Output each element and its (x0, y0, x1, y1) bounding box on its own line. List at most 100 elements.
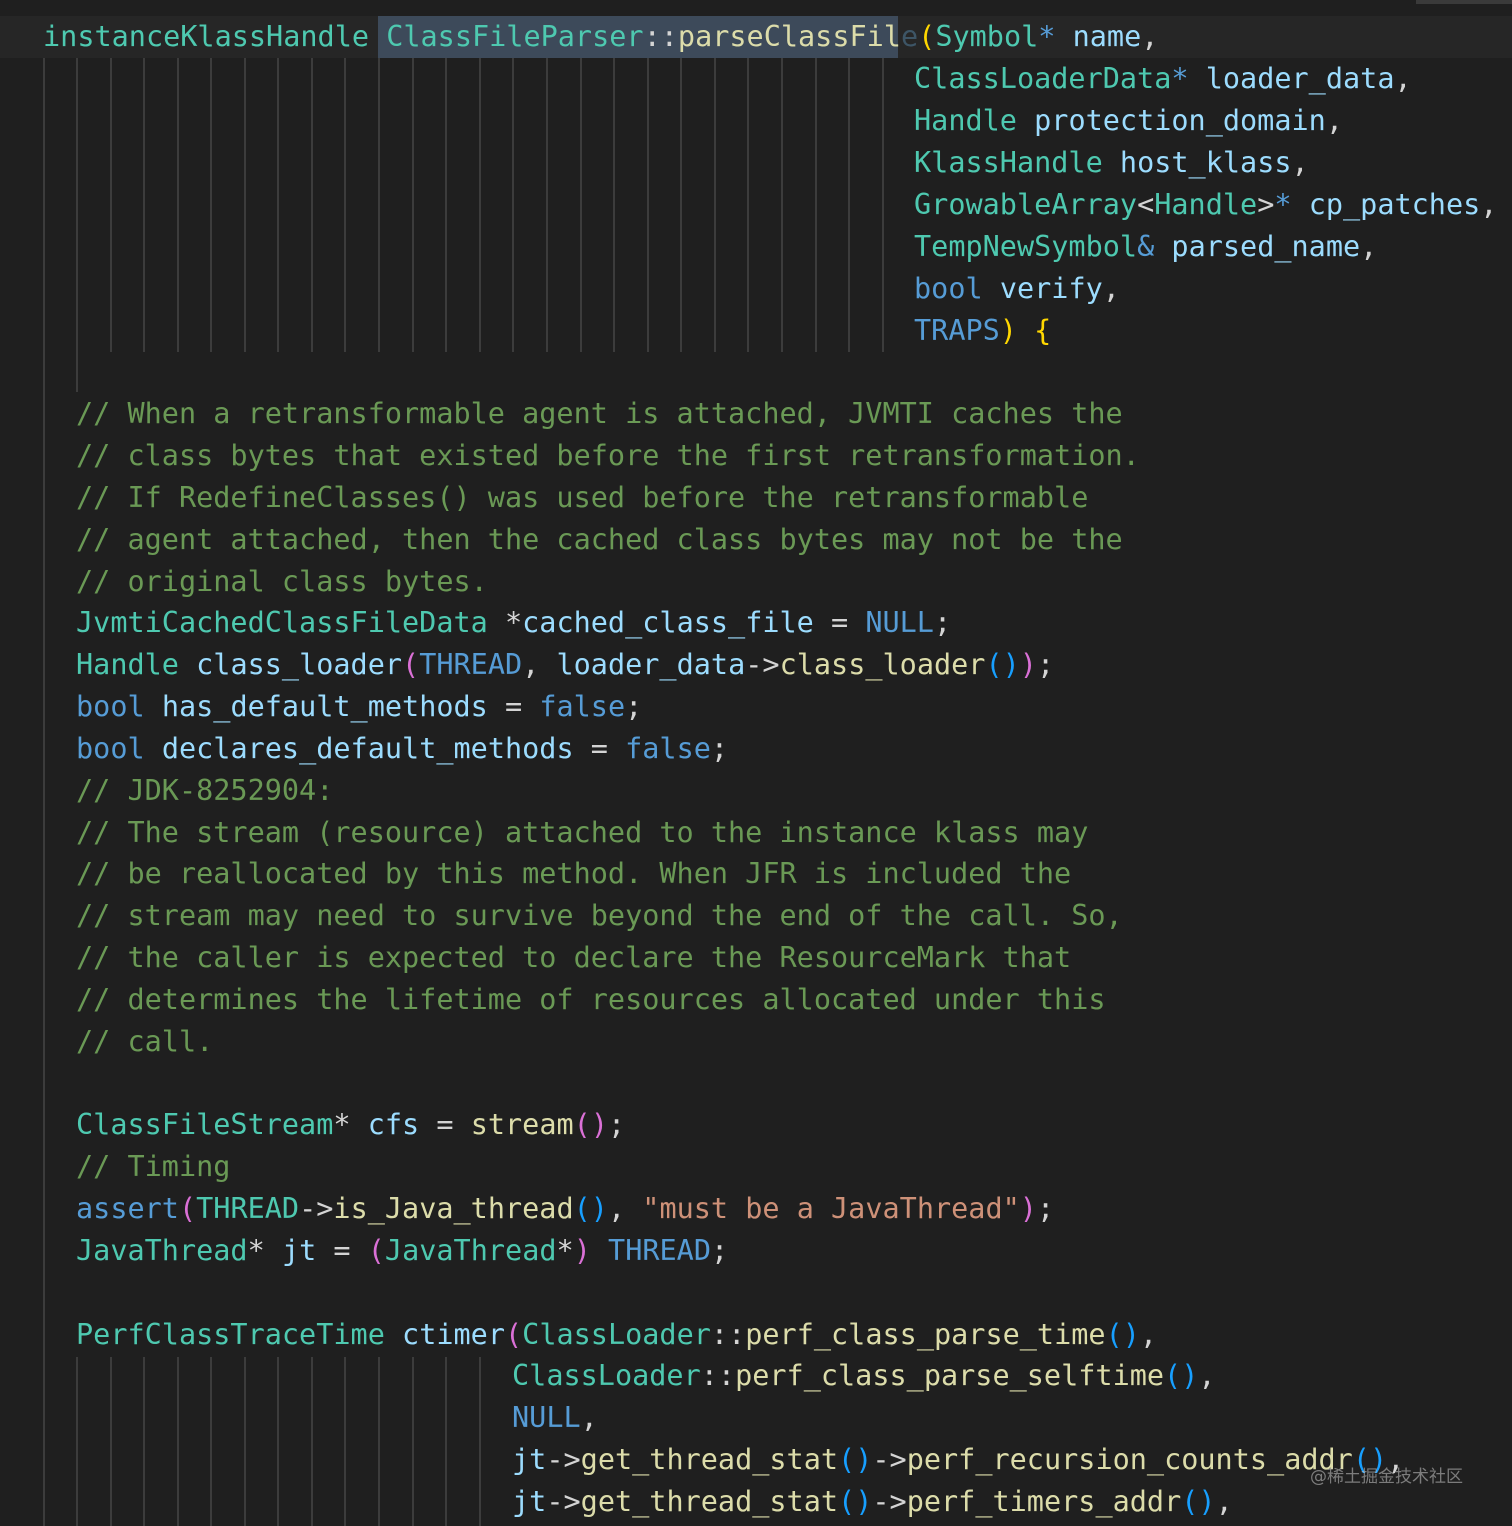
code-line[interactable]: jt->get_thread_stat()->perf_timers_addr(… (0, 1481, 1233, 1523)
comment-line[interactable]: // class bytes that existed before the f… (0, 435, 1140, 477)
code-line[interactable]: NULL, (0, 1397, 598, 1439)
pointer-star: * (1171, 62, 1189, 95)
variable-name: jt (281, 1234, 317, 1267)
param-type: TempNewSymbol (914, 230, 1138, 263)
code-line[interactable]: PerfClassTraceTime ctimer(ClassLoader::p… (0, 1314, 1157, 1356)
variable-name: loader_data (556, 648, 746, 681)
comma: , (1102, 272, 1120, 305)
assign: = (573, 732, 626, 765)
code-editor[interactable]: instanceKlassHandle ClassFileParser::par… (0, 0, 1512, 1526)
param-name: parsed_name (1171, 230, 1361, 263)
param-name: cp_patches (1308, 188, 1481, 221)
call-parens: () (985, 648, 1020, 681)
angle-open: < (1137, 188, 1155, 221)
reference-amp: & (1137, 230, 1155, 263)
macro: THREAD (196, 1192, 300, 1225)
comment-line[interactable]: // original class bytes. (0, 561, 488, 603)
bool-literal: false (539, 690, 626, 723)
code-line[interactable]: JvmtiCachedClassFileData *cached_class_f… (0, 602, 951, 644)
comment-line[interactable]: // When a retransformable agent is attac… (0, 393, 1123, 435)
param-type: KlassHandle (914, 146, 1103, 179)
comment-line[interactable]: // If RedefineClasses() was used before … (0, 477, 1088, 519)
comma: , (522, 648, 557, 681)
comment-line[interactable]: // The stream (resource) attached to the… (0, 812, 1088, 854)
return-type: instanceKlassHandle (43, 20, 370, 53)
arrow-operator: -> (745, 648, 780, 681)
close-paren: ) (999, 314, 1017, 347)
pointer-star: * (1274, 188, 1292, 221)
type-name: Handle (76, 648, 179, 681)
function-call: perf_class_parse_selftime (735, 1359, 1165, 1392)
call-parens: () (838, 1443, 873, 1476)
call-parens: () (573, 1108, 608, 1141)
param-name: protection_domain (1034, 104, 1326, 137)
cast-type: JavaThread (384, 1234, 557, 1267)
variable-name: jt (512, 1443, 547, 1476)
scope-operator: :: (710, 1318, 746, 1351)
class-name: ClassLoader (522, 1318, 711, 1351)
pointer-star: * (247, 1234, 265, 1267)
comment-line[interactable]: // stream may need to survive beyond the… (0, 895, 1123, 937)
code-line[interactable]: bool has_default_methods = false; (0, 686, 642, 728)
variable-name: class_loader (196, 648, 403, 681)
code-line[interactable]: instanceKlassHandle ClassFileParser::par… (0, 16, 1158, 58)
type-name: ClassFileStream (76, 1108, 334, 1141)
function-call: perf_class_parse_time (745, 1318, 1106, 1351)
comment-line[interactable]: // the caller is expected to declare the… (0, 937, 1071, 979)
code-line[interactable]: JavaThread* jt = (JavaThread*) THREAD; (0, 1230, 728, 1272)
comment-line[interactable]: // agent attached, then the cached class… (0, 519, 1123, 561)
assign: = (487, 690, 540, 723)
code-line[interactable]: TRAPS) { (0, 310, 1051, 352)
comma: , (580, 1401, 598, 1434)
code-line[interactable]: bool verify, (0, 268, 1120, 310)
semicolon: ; (1036, 1192, 1055, 1225)
type-name: JavaThread (76, 1234, 248, 1267)
comment-line[interactable]: // call. (0, 1021, 213, 1063)
comma: , (1198, 1359, 1216, 1392)
close-paren: ) (1019, 648, 1037, 681)
open-paren: ( (402, 648, 420, 681)
close-paren: ) (1019, 1192, 1037, 1225)
code-line[interactable]: Handle class_loader(THREAD, loader_data-… (0, 644, 1054, 686)
code-line[interactable]: KlassHandle host_klass, (0, 142, 1309, 184)
comma: , (1141, 20, 1159, 53)
semicolon: ; (1036, 648, 1055, 681)
call-parens: () (1181, 1485, 1216, 1518)
function-call: get_thread_stat (580, 1485, 839, 1518)
code-line[interactable]: ClassLoader::perf_class_parse_selftime()… (0, 1355, 1216, 1397)
function-name: parseClassFil (677, 20, 901, 53)
variable-name: ctimer (402, 1318, 505, 1351)
assign: = (813, 606, 866, 639)
function-call: stream (470, 1108, 574, 1141)
template-arg: Handle (1154, 188, 1258, 221)
code-line[interactable]: assert(THREAD->is_Java_thread(), "must b… (0, 1188, 1054, 1230)
param-name: host_klass (1119, 146, 1292, 179)
macro: TRAPS (914, 314, 1000, 347)
pointer-star: * (333, 1108, 351, 1141)
variable-name: jt (512, 1485, 547, 1518)
code-line[interactable]: GrowableArray<Handle>* cp_patches, (0, 184, 1497, 226)
macro: THREAD (608, 1234, 711, 1267)
variable-name: cached_class_file (522, 606, 814, 639)
class-name: ClassLoader (512, 1359, 701, 1392)
arrow-operator: -> (299, 1192, 334, 1225)
comment-line[interactable]: // determines the lifetime of resources … (0, 979, 1106, 1021)
arrow-operator: -> (546, 1443, 581, 1476)
comment-line[interactable]: // Timing (0, 1146, 230, 1188)
code-line[interactable]: jt->get_thread_stat()->perf_recursion_co… (0, 1439, 1404, 1481)
code-line[interactable]: bool declares_default_methods = false; (0, 728, 728, 770)
code-line[interactable]: ClassFileStream* cfs = stream(); (0, 1104, 625, 1146)
param-type: Handle (914, 104, 1017, 137)
open-paren: ( (918, 20, 936, 53)
comma: , (1139, 1318, 1158, 1351)
null-constant: NULL (512, 1401, 581, 1434)
code-line[interactable]: ClassLoaderData* loader_data, (0, 58, 1412, 100)
comma: , (1291, 146, 1309, 179)
code-line[interactable]: TempNewSymbol& parsed_name, (0, 226, 1377, 268)
comment-line[interactable]: // JDK-8252904: (0, 770, 333, 812)
open-paren: ( (178, 1192, 197, 1225)
comment-line[interactable]: // be reallocated by this method. When J… (0, 853, 1071, 895)
code-line[interactable]: Handle protection_domain, (0, 100, 1343, 142)
arrow-operator: -> (872, 1443, 907, 1476)
function-call: perf_timers_addr (906, 1485, 1182, 1518)
